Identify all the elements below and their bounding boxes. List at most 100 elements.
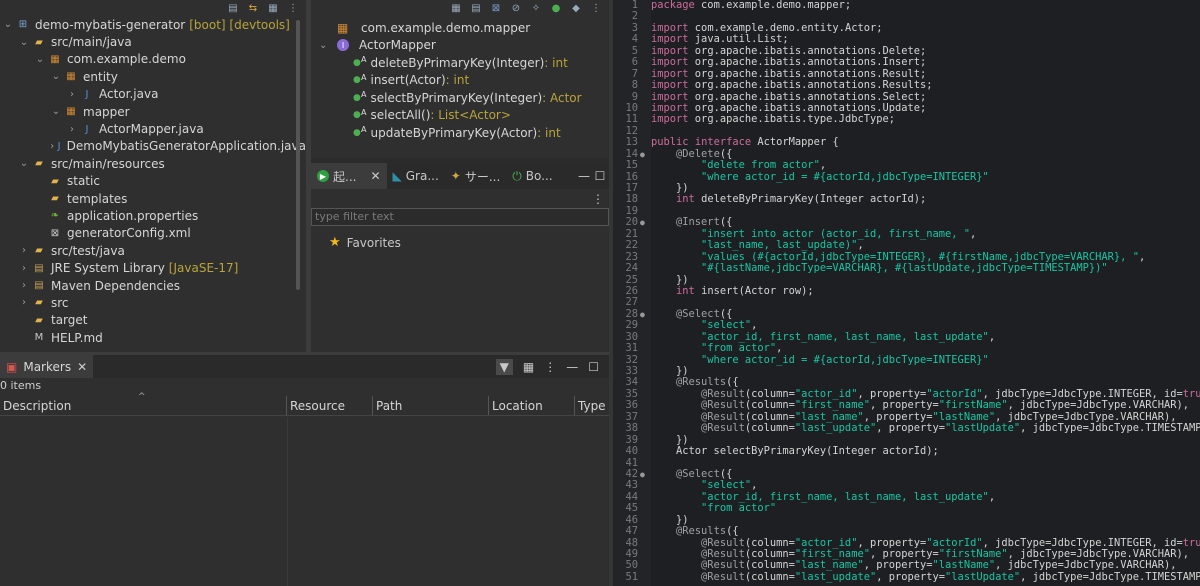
tree-item[interactable]: › ▰ src/test/java <box>0 242 306 259</box>
outline-menu-icon[interactable]: ⋮ <box>589 2 603 14</box>
focus-icon[interactable]: ◆ <box>569 2 583 14</box>
maximize-icon[interactable]: ☐ <box>591 169 609 183</box>
hide-nonpublic-icon[interactable]: ⊘ <box>509 2 523 14</box>
outline-method[interactable]: ● AselectByPrimaryKey(Integer) : Actor <box>311 89 609 107</box>
code-line[interactable]: 26 int insert(Actor row); <box>625 285 1200 297</box>
folder-icon: ▰ <box>51 175 59 187</box>
chevron-down-icon[interactable]: ⌄ <box>34 54 46 65</box>
favorites-item[interactable]: ★ Favorites <box>329 235 401 250</box>
explorer-scrollbar[interactable] <box>296 20 300 290</box>
tab-boot[interactable]: ⏻ Bo... <box>506 163 558 189</box>
tree-item-project[interactable]: ⌄ ⊞ demo-mybatis-generator [boot] [devto… <box>0 16 306 33</box>
tree-item[interactable]: ⌄ ▦ mapper <box>0 103 306 120</box>
tree-item[interactable]: › J DemoMybatisGeneratorApplication.java <box>0 138 306 155</box>
link-editor-icon[interactable]: ⇆ <box>246 2 260 14</box>
code-text: @Results({ <box>676 376 739 389</box>
green-dot-icon[interactable]: ● <box>549 2 563 14</box>
fold-toggle-icon[interactable]: ● <box>640 217 645 228</box>
tab-markers[interactable]: ▣ Markers ✕ <box>0 355 94 378</box>
hide-local-icon[interactable]: ✧ <box>529 2 543 14</box>
chevron-down-icon[interactable]: ⌄ <box>18 158 30 169</box>
chevron-right-icon[interactable]: › <box>18 297 30 308</box>
column-path[interactable]: Path <box>373 396 489 415</box>
code-content[interactable]: 1 package com.example.demo.mapper; 2 3 impor… <box>625 0 1200 583</box>
code-line[interactable]: 45 "from actor" <box>625 502 1200 514</box>
tree-item[interactable]: › J ActorMapper.java <box>0 120 306 137</box>
fold-toggle-icon[interactable]: ● <box>640 309 645 320</box>
sort-icon[interactable]: ▦ <box>449 2 463 14</box>
close-icon[interactable]: ✕ <box>370 169 380 183</box>
chevron-down-icon[interactable]: ⌄ <box>50 71 62 82</box>
tree-item-label: HELP.md <box>51 330 103 345</box>
code-line[interactable]: 24 "#{lastName,jdbcType=VARCHAR}, #{last… <box>625 262 1200 274</box>
view-icon[interactable]: ▦ <box>523 360 534 374</box>
column-description[interactable]: Description ^ <box>0 392 287 415</box>
chevron-down-icon[interactable]: ⌄ <box>18 37 30 48</box>
chevron-down-icon[interactable]: ⌄ <box>50 106 62 117</box>
outline-package[interactable]: ▦ com.example.demo.mapper <box>311 19 609 37</box>
tab-boot-dashboard[interactable]: ▶ 起... ✕ <box>311 163 387 189</box>
collapse-all-icon[interactable]: ▤ <box>226 2 240 14</box>
hide-fields-icon[interactable]: ▤ <box>469 2 483 14</box>
code-line[interactable]: 19 <box>625 205 1200 217</box>
column-location[interactable]: Location <box>489 396 575 415</box>
dashboard-menu-icon[interactable]: ⋮ <box>591 192 605 206</box>
fold-toggle-icon[interactable]: ● <box>640 149 645 160</box>
fold-toggle-icon[interactable]: ● <box>640 469 645 480</box>
tree-item[interactable]: ⌄ ▰ src/main/java <box>0 33 306 50</box>
outline-method[interactable]: ● AselectAll() : List<Actor> <box>311 107 609 125</box>
code-line[interactable]: 38 @Result(column="last_update", propert… <box>625 422 1200 434</box>
tree-item[interactable]: ⌄ ▰ src/main/resources <box>0 155 306 172</box>
maximize-icon[interactable]: ☐ <box>588 360 599 374</box>
tree-item[interactable]: ⊠ generatorConfig.xml <box>0 225 306 242</box>
outline-method[interactable]: ● AdeleteByPrimaryKey(Integer) : int <box>311 54 609 72</box>
filter-input[interactable]: type filter text <box>311 208 609 226</box>
tab-servers[interactable]: ✦ サー... <box>445 163 507 189</box>
minimize-icon[interactable]: — <box>577 169 591 183</box>
tree-item[interactable]: ❧ application.properties <box>0 207 306 224</box>
code-line[interactable]: 11 import org.apache.ibatis.type.JdbcType… <box>625 113 1200 125</box>
code-line[interactable]: 51 @Result(column="last_update", propert… <box>625 571 1200 583</box>
outline-method[interactable]: ● AupdateByPrimaryKey(Actor) : int <box>311 124 609 142</box>
tree-item[interactable]: ▰ templates <box>0 190 306 207</box>
chevron-right-icon[interactable]: › <box>18 245 30 256</box>
tree-item[interactable]: › ▤ JRE System Library [JavaSE-17] <box>0 259 306 276</box>
minimize-icon[interactable]: — <box>566 360 578 374</box>
close-icon[interactable]: ✕ <box>77 360 87 374</box>
chevron-down-icon[interactable]: ⌄ <box>2 19 14 30</box>
tree-item[interactable]: M HELP.md <box>0 329 306 346</box>
chevron-right-icon[interactable]: › <box>50 141 54 152</box>
filter-funnel-icon[interactable]: ▼ <box>495 358 513 375</box>
code-line[interactable]: 32 "where actor_id = #{actorId,jdbcType=… <box>625 354 1200 366</box>
tree-item[interactable]: › J Actor.java <box>0 86 306 103</box>
column-resource[interactable]: Resource <box>287 396 373 415</box>
tree-item[interactable]: ⌄ ▦ com.example.demo <box>0 51 306 68</box>
tab-gradle[interactable]: ◣ Gra... <box>387 163 445 189</box>
chevron-right-icon[interactable]: › <box>66 124 78 135</box>
tree-item[interactable]: ▰ static <box>0 173 306 190</box>
code-line[interactable]: 27 <box>625 296 1200 308</box>
tree-item[interactable]: › ▤ Maven Dependencies <box>0 277 306 294</box>
chevron-down-icon[interactable]: ⌄ <box>319 40 333 51</box>
tree-item[interactable]: › ▰ src <box>0 294 306 311</box>
outline-method[interactable]: ● Ainsert(Actor) : int <box>311 72 609 90</box>
code-line[interactable]: 16 "where actor_id = #{actorId,jdbcType=… <box>625 170 1200 183</box>
chevron-right-icon[interactable]: › <box>66 89 78 100</box>
code-text: "where actor_id = #{actorId,jdbcType=INT… <box>701 170 989 183</box>
markers-menu-icon[interactable]: ⋮ <box>544 360 556 374</box>
outline-interface[interactable]: ⌄ I ActorMapper <box>311 37 609 55</box>
code-editor[interactable]: 1 package com.example.demo.mapper; 2 3 impor… <box>613 0 1200 586</box>
chevron-right-icon[interactable]: › <box>18 280 30 291</box>
code-line[interactable]: 13 public interface ActorMapper { <box>625 136 1200 148</box>
tree-item[interactable]: ▰ target <box>0 312 306 329</box>
chevron-right-icon[interactable]: › <box>18 263 30 274</box>
column-type[interactable]: Type <box>575 396 609 415</box>
code-line[interactable]: 41 <box>625 457 1200 469</box>
hide-static-icon[interactable]: ⊠ <box>489 2 503 14</box>
view-menu-icon[interactable]: ⋮ <box>286 2 300 14</box>
code-line[interactable]: 1 package com.example.demo.mapper; <box>632 0 1200 11</box>
filter-icon[interactable]: ▦ <box>266 2 280 14</box>
code-line[interactable]: 18 int deleteByPrimaryKey(Integer actorI… <box>625 193 1200 205</box>
tree-item[interactable]: ⌄ ▦ entity <box>0 68 306 85</box>
code-line[interactable]: 40 Actor selectByPrimaryKey(Integer acto… <box>625 445 1200 457</box>
